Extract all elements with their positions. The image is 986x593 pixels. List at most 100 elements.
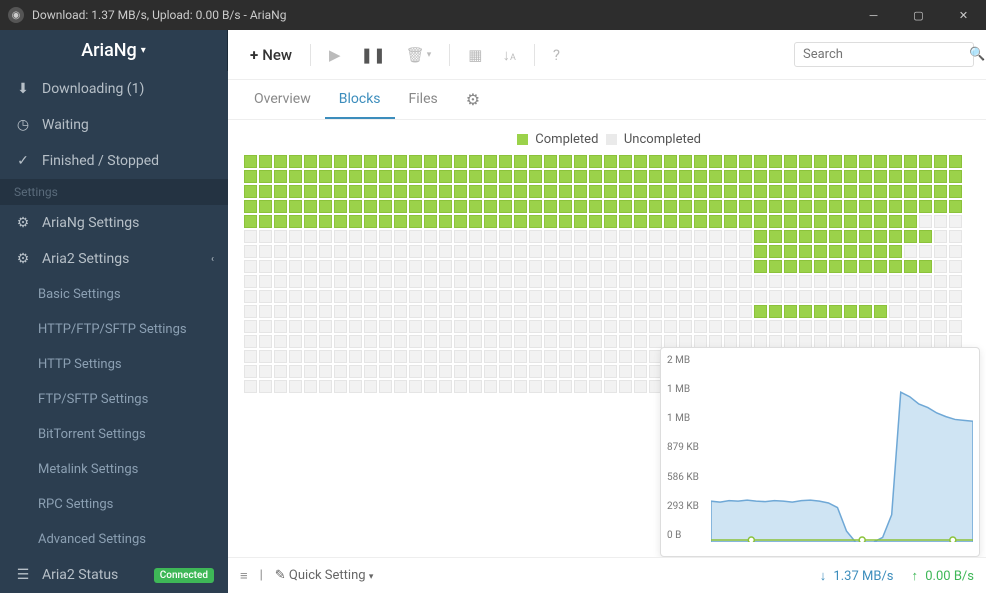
sidebar-sub-http-ftp-sftp[interactable]: HTTP/FTP/SFTP Settings xyxy=(0,312,228,347)
block-cell xyxy=(784,260,797,273)
block-cell xyxy=(874,215,887,228)
maximize-button[interactable]: ▢ xyxy=(896,0,941,30)
sidebar-item-aria2-status[interactable]: ☰ Aria2 Status Connected xyxy=(0,557,228,593)
block-cell xyxy=(244,155,257,168)
block-cell xyxy=(499,200,512,213)
block-cell xyxy=(664,185,677,198)
minimize-button[interactable]: ─ xyxy=(851,0,896,30)
block-cell xyxy=(289,200,302,213)
block-cell xyxy=(529,185,542,198)
block-cell xyxy=(379,305,392,318)
tab-overview[interactable]: Overview xyxy=(240,81,325,119)
block-cell xyxy=(259,305,272,318)
block-cell xyxy=(334,380,347,393)
menu-icon[interactable]: ≡ xyxy=(240,568,248,584)
block-cell xyxy=(559,215,572,228)
search-input[interactable] xyxy=(803,47,969,62)
sidebar-sub-rpc[interactable]: RPC Settings xyxy=(0,487,228,522)
sidebar-item-ariang-settings[interactable]: ⚙ AriaNg Settings xyxy=(0,205,228,241)
block-cell xyxy=(949,320,962,333)
new-button[interactable]: + New xyxy=(240,40,302,70)
search-box[interactable]: 🔍 xyxy=(794,42,974,67)
block-cell xyxy=(919,155,932,168)
block-cell xyxy=(814,215,827,228)
upload-arrow-icon: ↑ xyxy=(912,569,919,584)
sidebar-sub-bittorrent[interactable]: BitTorrent Settings xyxy=(0,417,228,452)
sidebar-sub-http[interactable]: HTTP Settings xyxy=(0,347,228,382)
block-cell xyxy=(919,215,932,228)
block-cell xyxy=(289,305,302,318)
block-cell xyxy=(544,350,557,363)
block-cell xyxy=(619,245,632,258)
block-cell xyxy=(454,335,467,348)
block-cell xyxy=(574,350,587,363)
block-cell xyxy=(604,305,617,318)
block-cell xyxy=(319,290,332,303)
block-cell xyxy=(409,275,422,288)
sidebar-sub-ftp-sftp[interactable]: FTP/SFTP Settings xyxy=(0,382,228,417)
block-cell xyxy=(724,155,737,168)
sidebar-sub-basic[interactable]: Basic Settings xyxy=(0,277,228,312)
block-cell xyxy=(919,245,932,258)
block-cell xyxy=(394,260,407,273)
tab-settings-button[interactable]: ⚙ xyxy=(452,80,494,119)
block-cell xyxy=(679,275,692,288)
block-cell xyxy=(544,320,557,333)
block-cell xyxy=(514,260,527,273)
sidebar-sub-advanced[interactable]: Advanced Settings xyxy=(0,522,228,557)
block-cell xyxy=(709,290,722,303)
block-cell xyxy=(739,245,752,258)
block-cell xyxy=(544,380,557,393)
help-button[interactable]: ? xyxy=(543,40,570,70)
sidebar-item-waiting[interactable]: ◷ Waiting xyxy=(0,107,228,143)
block-cell xyxy=(379,200,392,213)
play-button[interactable]: ▶ xyxy=(319,40,351,70)
block-cell xyxy=(349,170,362,183)
block-cell xyxy=(904,275,917,288)
block-cell xyxy=(544,185,557,198)
block-cell xyxy=(469,185,482,198)
block-cell xyxy=(244,320,257,333)
block-cell xyxy=(634,275,647,288)
block-cell xyxy=(589,320,602,333)
pause-button[interactable]: ❚❚ xyxy=(351,40,396,70)
close-button[interactable]: ✕ xyxy=(941,0,986,30)
block-cell xyxy=(919,305,932,318)
block-cell xyxy=(559,170,572,183)
view-grid-button[interactable]: ▦ xyxy=(458,40,492,70)
block-cell xyxy=(259,290,272,303)
separator xyxy=(310,44,311,66)
block-cell xyxy=(244,185,257,198)
block-cell xyxy=(769,185,782,198)
block-cell xyxy=(844,320,857,333)
block-cell xyxy=(604,350,617,363)
block-cell xyxy=(829,305,842,318)
sidebar-item-downloading[interactable]: ⬇ Downloading (1) xyxy=(0,71,228,107)
tab-files[interactable]: Files xyxy=(395,81,452,119)
block-cell xyxy=(874,185,887,198)
delete-button[interactable]: 🗑▾ xyxy=(396,40,442,70)
block-cell xyxy=(919,290,932,303)
tab-blocks[interactable]: Blocks xyxy=(325,81,395,119)
block-cell xyxy=(424,275,437,288)
block-cell xyxy=(319,185,332,198)
footer: ≡ | ✎ Quick Setting ▾ ↓ 1.37 MB/s ↑ 0.00… xyxy=(228,557,986,593)
block-cell xyxy=(784,290,797,303)
block-cell xyxy=(619,320,632,333)
brand[interactable]: AriaNg ▾ xyxy=(0,30,228,71)
block-cell xyxy=(439,185,452,198)
block-cell xyxy=(274,215,287,228)
block-cell xyxy=(814,260,827,273)
sidebar-item-finished[interactable]: ✓ Finished / Stopped xyxy=(0,143,228,179)
sidebar-item-aria2-settings[interactable]: ⚙ Aria2 Settings ‹ xyxy=(0,241,228,277)
block-cell xyxy=(409,155,422,168)
sort-button[interactable]: ↓A xyxy=(492,40,525,70)
block-cell xyxy=(439,380,452,393)
block-cell xyxy=(724,170,737,183)
block-cell xyxy=(364,290,377,303)
block-cell xyxy=(844,305,857,318)
block-cell xyxy=(394,350,407,363)
block-cell xyxy=(349,155,362,168)
sidebar-sub-metalink[interactable]: Metalink Settings xyxy=(0,452,228,487)
quick-setting-button[interactable]: ✎ Quick Setting ▾ xyxy=(275,568,374,583)
